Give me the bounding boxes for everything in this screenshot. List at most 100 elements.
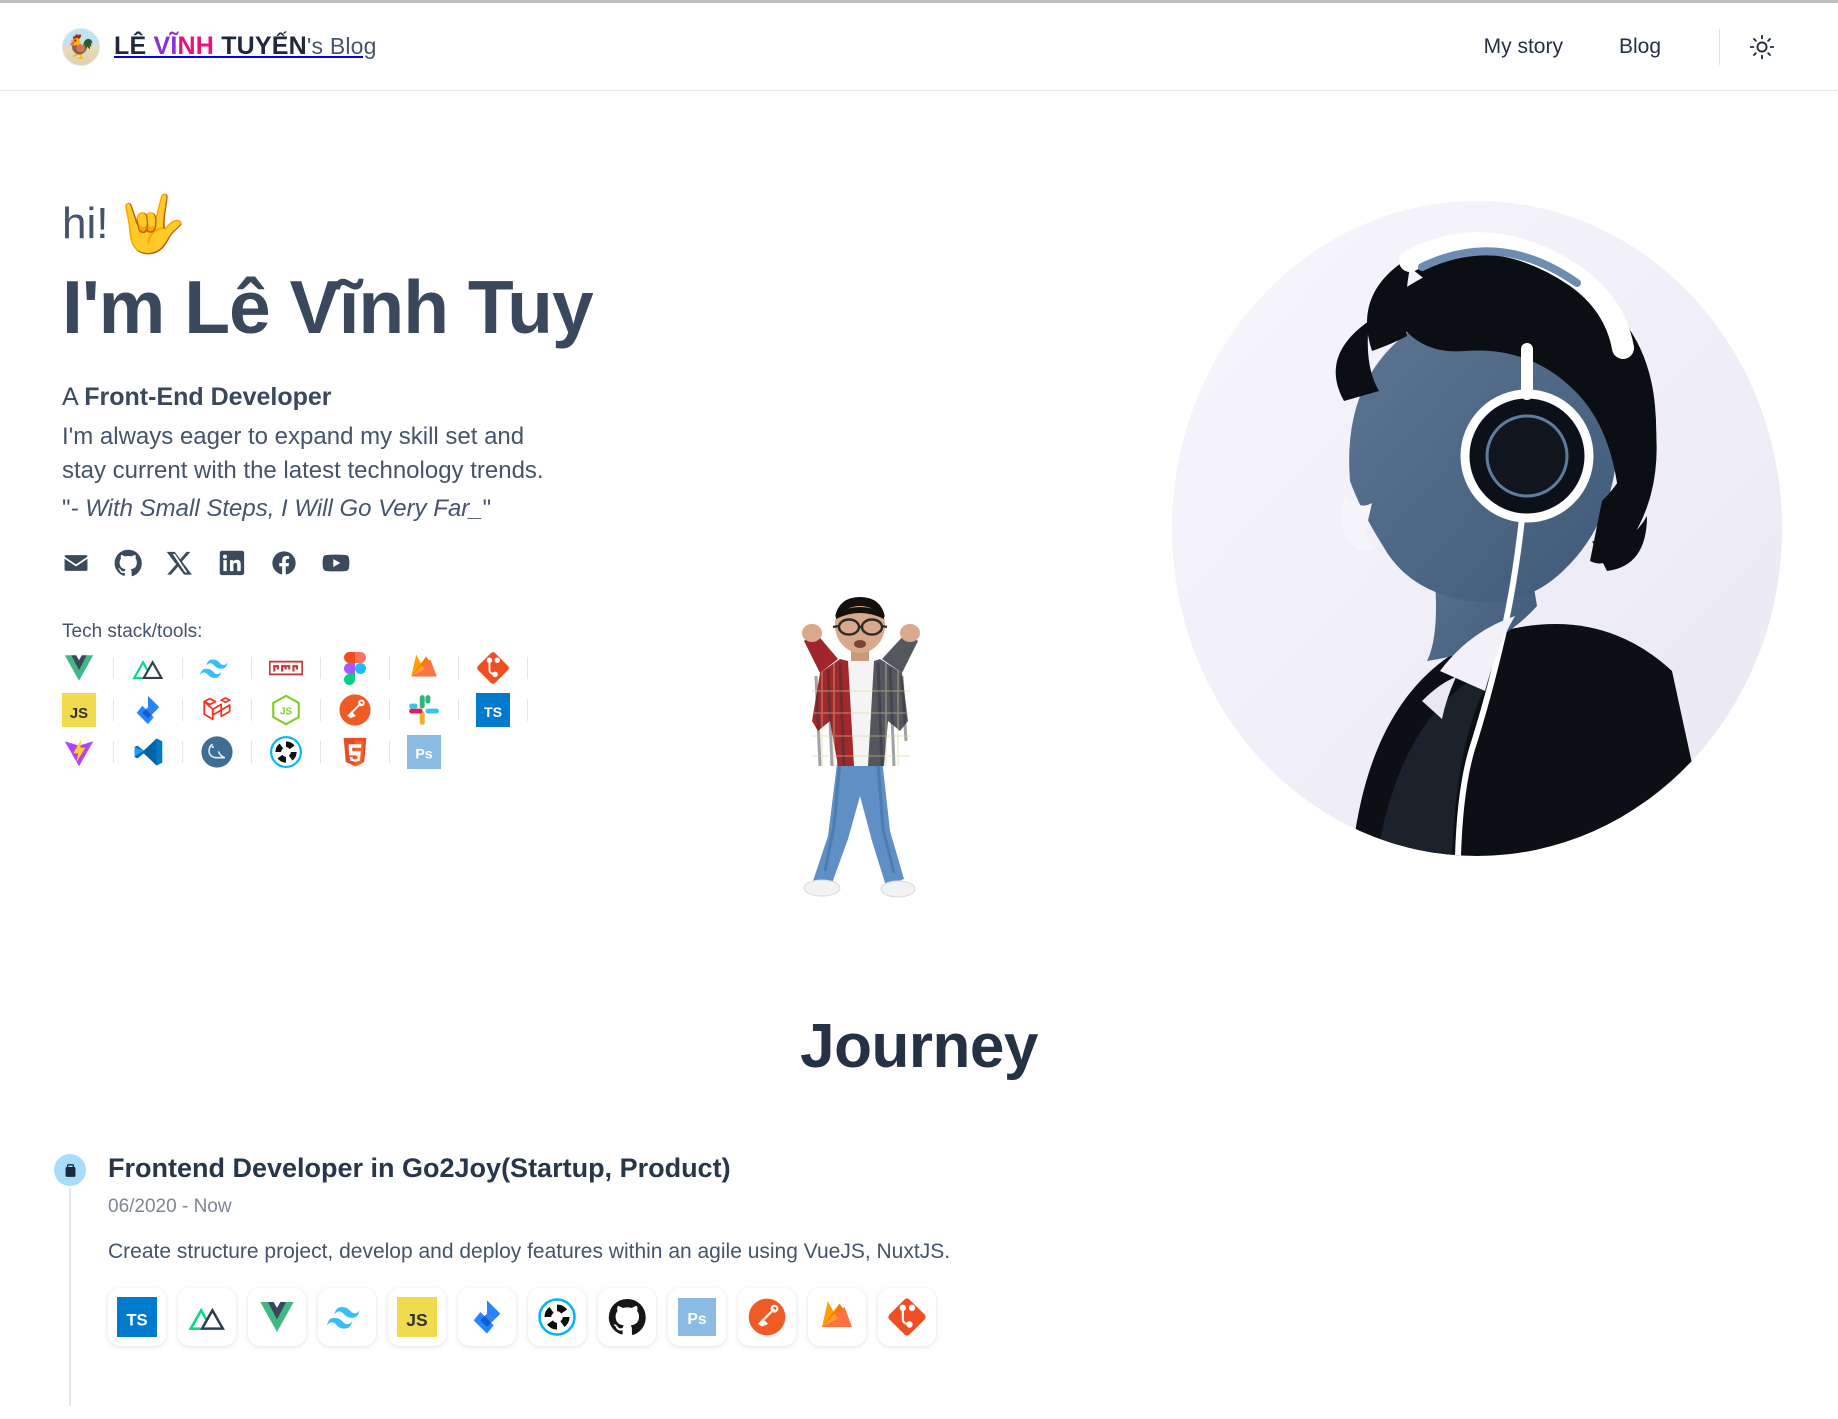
greeting-text: hi! [62,199,109,248]
jira-icon[interactable] [131,693,165,727]
typescript-icon[interactable]: TS [476,693,510,728]
github-icon[interactable] [598,1287,656,1346]
firebase-icon[interactable] [407,651,441,685]
journey-item: Frontend Developer in Go2Joy(Startup, Pr… [54,1153,1838,1406]
sun-icon[interactable] [1742,27,1782,67]
linkedin-icon[interactable] [218,549,246,577]
tech-separator [182,699,183,722]
social-links [62,549,762,577]
figma-icon[interactable] [338,651,372,685]
slack-icon[interactable] [407,693,441,727]
briefcase-icon [54,1154,86,1186]
tech-separator [113,741,114,764]
nuxt-icon[interactable] [178,1287,236,1346]
vue-icon[interactable] [62,651,96,685]
postman-icon[interactable] [338,693,372,727]
email-icon[interactable] [62,549,90,577]
svg-text:JS: JS [406,1310,427,1330]
brand-logo-link[interactable]: 🐓 LÊ VĨNH TUYẾN's Blog [62,27,377,66]
github-icon[interactable] [114,549,142,577]
jira-icon[interactable] [458,1287,516,1346]
vscode-icon[interactable] [131,735,165,769]
tailwind-icon[interactable] [318,1287,376,1346]
site-header: 🐓 LÊ VĨNH TUYẾN's Blog My story Blog [0,3,1838,91]
page-title: I'm Lê Vĩnh Tuy [62,265,594,349]
quote-close-mark: " [482,495,492,523]
rock-hand-icon: 🤟 [116,192,187,255]
svg-text:JS: JS [70,706,88,722]
tech-separator [458,699,459,722]
rooster-avatar: 🐓 [62,27,100,66]
javascript-icon[interactable]: JS [62,693,96,728]
tech-stack-row: JS JS TS [62,693,762,728]
hero-quote: "- With Small Steps, I Will Go Very Far_… [62,495,762,523]
tech-separator [251,741,252,764]
javascript-icon[interactable]: JS [388,1287,446,1346]
svg-text:TS: TS [484,705,502,721]
tailwind-icon[interactable] [200,651,234,685]
quote-text: - With Small Steps, I Will Go Very Far_ [70,495,483,523]
tech-stack-row: Ps [62,735,762,770]
tech-separator [389,741,390,764]
journey-heading: Journey [800,1012,1038,1081]
quasar-icon[interactable] [528,1287,586,1346]
quasar-icon[interactable] [269,735,303,769]
tech-separator [389,657,390,680]
youtube-icon[interactable] [322,549,350,577]
typescript-icon[interactable]: TS [108,1287,166,1346]
tech-stack-row [62,651,762,685]
nav-my-story[interactable]: My story [1456,35,1591,59]
svg-text:Ps: Ps [415,746,432,762]
nav-divider [1719,28,1720,65]
svg-text:TS: TS [126,1310,147,1329]
quote-open-mark: " [62,495,71,523]
timeline-line [69,1188,71,1406]
tech-separator [320,699,321,722]
dbeaver-icon[interactable] [200,735,234,769]
hero-greeting: hi! 🤟 [62,196,762,252]
rooster-icon: 🐓 [66,33,96,60]
nuxt-icon[interactable] [131,651,165,685]
nav-blog[interactable]: Blog [1591,35,1689,59]
tech-stack-label: Tech stack/tools: [62,621,203,643]
main-nav: My story Blog [1456,27,1782,67]
tech-separator [251,699,252,722]
photoshop-icon[interactable]: Ps [407,735,441,770]
brand-title: LÊ VĨNH TUYẾN's Blog [114,32,377,61]
tech-separator [320,741,321,764]
tech-stack-rows: JS JS TS Ps [62,651,762,770]
sourcetree-icon[interactable] [476,651,510,685]
tech-separator [527,657,528,680]
brand-part-4: H [195,32,215,60]
tech-separator [389,699,390,722]
html5-icon[interactable] [338,735,372,769]
hero-blurb-line-2: stay current with the latest technology … [62,457,544,485]
vite-icon[interactable] [62,735,96,769]
journey-item-badges: TS JS Ps [108,1287,1838,1346]
tech-separator [182,741,183,764]
npm-icon[interactable] [269,651,303,685]
vue-icon[interactable] [248,1287,306,1346]
journey-item-date: 06/2020 - Now [108,1195,232,1217]
postman-icon[interactable] [738,1287,796,1346]
photoshop-icon[interactable]: Ps [668,1287,726,1346]
headphones-profile-illustration [1172,201,1782,856]
x-twitter-icon[interactable] [166,549,194,577]
hero-role-value: Front-End Developer [84,382,332,411]
facebook-icon[interactable] [270,549,298,577]
firebase-icon[interactable] [808,1287,866,1346]
tech-separator [113,699,114,722]
tech-separator [320,657,321,680]
laravel-icon[interactable] [200,693,234,727]
sourcetree-icon[interactable] [878,1287,936,1346]
tech-separator [458,657,459,680]
tech-separator [251,657,252,680]
journey-list: Frontend Developer in Go2Joy(Startup, Pr… [0,1153,1838,1406]
hero-blurb: I'm always eager to expand my skill set … [62,420,762,490]
tech-separator [113,657,114,680]
brand-part-3: N [177,32,196,60]
brand-part-5: TUYẾN [214,32,307,60]
brand-suffix: 's Blog [306,33,377,59]
nodejs-icon[interactable]: JS [269,693,303,727]
hero-section: hi! 🤟 I'm Lê Vĩnh Tuy A Front-End Develo… [0,91,1838,991]
